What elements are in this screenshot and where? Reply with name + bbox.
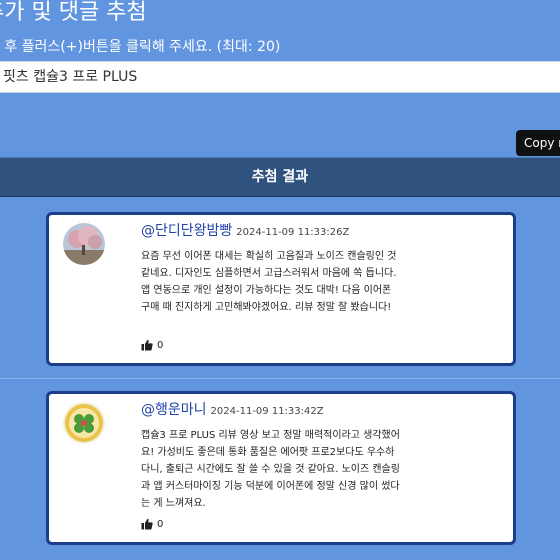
instruction-text: l 후 플러스(+)버튼을 클릭해 주세요. (최대: 20) <box>0 39 281 55</box>
thumbs-up-icon[interactable] <box>141 518 153 530</box>
page-title: 추가 및 댓글 추첨 <box>0 0 147 25</box>
divider <box>0 378 560 379</box>
comment-author[interactable]: @단디단왕밤빵 <box>141 223 232 239</box>
cherry-blossom-avatar-icon <box>63 223 105 265</box>
thumbs-up-icon[interactable] <box>141 339 153 351</box>
comment-text: 캡슐3 프로 PLUS 리뷰 영상 보고 정말 매력적이라고 생각했어요! 가성… <box>141 430 400 509</box>
comment-card: @행운마니 2024-11-09 11:33:42Z 캡슐3 프로 PLUS 리뷰… <box>46 391 516 545</box>
comment-author[interactable]: @행운마니 <box>141 402 207 418</box>
search-input[interactable]: 핏츠 캡슐3 프로 PLUS <box>0 61 560 93</box>
results-heading: 추첨 결과 <box>0 157 560 197</box>
like-row: 0 <box>141 339 163 351</box>
comment-timestamp: 2024-11-09 11:33:26Z <box>236 227 350 238</box>
comment-timestamp: 2024-11-09 11:33:42Z <box>210 406 324 417</box>
like-count: 0 <box>157 518 164 530</box>
page: 추가 및 댓글 추첨 l 후 플러스(+)버튼을 클릭해 주세요. (최대: 2… <box>0 0 560 560</box>
comment-text: 요즘 무선 이어폰 대세는 확실히 고음질과 노이즈 캔슬링인 것 같네요. 디… <box>141 251 397 313</box>
like-row: 0 <box>141 518 163 530</box>
comment-card: @단디단왕밤빵 2024-11-09 11:33:26Z 요즘 무선 이어폰 대세… <box>46 212 516 366</box>
clover-avatar-icon <box>63 402 105 444</box>
copy-button[interactable]: Copy r <box>516 130 560 156</box>
like-count: 0 <box>157 339 164 351</box>
